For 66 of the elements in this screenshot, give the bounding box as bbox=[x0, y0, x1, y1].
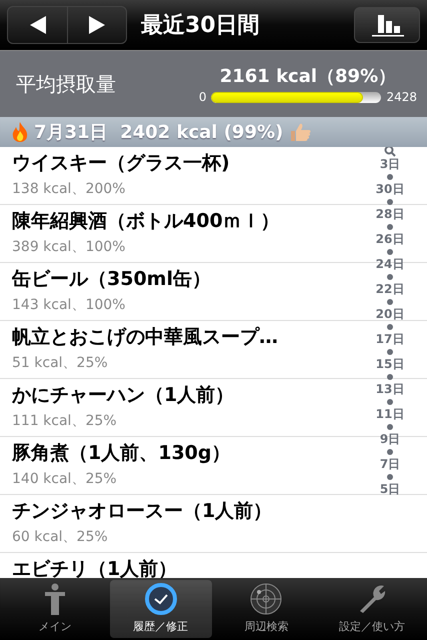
index-dot[interactable] bbox=[387, 449, 393, 455]
index-label[interactable]: 26日 bbox=[376, 232, 404, 247]
index-label[interactable]: 28日 bbox=[376, 207, 404, 222]
index-dot[interactable] bbox=[387, 324, 393, 330]
food-name: ウイスキー（グラス一杯) bbox=[12, 151, 230, 176]
search-icon[interactable] bbox=[384, 147, 396, 157]
arrow-segmented-control[interactable] bbox=[7, 6, 127, 44]
flame-icon bbox=[12, 122, 28, 142]
food-name: 缶ビール（350ml缶） bbox=[12, 267, 211, 292]
average-value: 2161 kcal（89%） bbox=[220, 65, 396, 88]
food-detail: 138 kcal、200% bbox=[12, 180, 126, 198]
tab[interactable]: 履歴／修正 bbox=[110, 580, 212, 638]
food-detail: 51 kcal、25% bbox=[12, 354, 108, 372]
food-detail: 143 kcal、100% bbox=[12, 296, 126, 314]
food-detail: 111 kcal、25% bbox=[12, 412, 117, 430]
index-label[interactable]: 15日 bbox=[376, 357, 404, 372]
person-icon bbox=[44, 583, 65, 615]
summary-label: 平均摂取量 bbox=[16, 70, 117, 98]
index-label[interactable]: 3日 bbox=[380, 157, 400, 172]
index-dot[interactable] bbox=[387, 224, 393, 230]
food-name: 豚角煮（1人前、130g） bbox=[12, 441, 230, 466]
tab-label: 周辺検索 bbox=[244, 619, 288, 634]
radar-icon bbox=[250, 583, 282, 615]
nav-title: 最近30日間 bbox=[141, 12, 261, 40]
tab[interactable]: メイン bbox=[4, 580, 106, 638]
index-label[interactable]: 7日 bbox=[380, 457, 400, 472]
section-title: 7月31日 2402 kcal (99%) bbox=[34, 121, 284, 144]
bar-max: 2428 bbox=[386, 90, 417, 104]
index-dot[interactable] bbox=[387, 349, 393, 355]
index-label[interactable]: 20日 bbox=[376, 307, 404, 322]
index-label[interactable]: 9日 bbox=[380, 432, 400, 447]
food-detail: 140 kcal、25% bbox=[12, 470, 117, 488]
tab[interactable]: 周辺検索 bbox=[216, 580, 318, 638]
thumbs-up-icon bbox=[289, 122, 312, 142]
index-dot[interactable] bbox=[387, 374, 393, 380]
index-dot[interactable] bbox=[387, 424, 393, 430]
index-label[interactable]: 17日 bbox=[376, 332, 404, 347]
tab[interactable]: 設定／使い方 bbox=[321, 580, 423, 638]
left-arrow-icon bbox=[30, 16, 46, 34]
index-dot[interactable] bbox=[387, 174, 393, 180]
food-name: 陳年紹興酒（ボトル400ｍｌ） bbox=[12, 209, 280, 234]
food-detail: 389 kcal、100% bbox=[12, 238, 126, 256]
food-detail: 60 kcal、25% bbox=[12, 528, 108, 546]
right-arrow-icon bbox=[89, 16, 105, 34]
index-dot[interactable] bbox=[387, 299, 393, 305]
food-name: かにチャーハン（1人前） bbox=[12, 383, 234, 408]
index-label[interactable]: 11日 bbox=[376, 407, 404, 422]
food-name: チンジャオロースー（1人前） bbox=[12, 499, 272, 524]
clock-icon bbox=[144, 583, 177, 615]
index-dot[interactable] bbox=[387, 199, 393, 205]
index-label[interactable]: 5日 bbox=[380, 482, 400, 497]
index-label[interactable]: 13日 bbox=[376, 382, 404, 397]
index-dot[interactable] bbox=[387, 274, 393, 280]
bar-chart-icon bbox=[370, 13, 404, 37]
bar-min: 0 bbox=[198, 90, 206, 104]
index-label[interactable]: 22日 bbox=[376, 282, 404, 297]
tab-label: 履歴／修正 bbox=[133, 619, 188, 634]
index-label[interactable]: 30日 bbox=[376, 182, 404, 197]
chart-button[interactable] bbox=[354, 7, 420, 43]
food-name: 帆立とおこげの中華風スープ… bbox=[12, 325, 278, 350]
index-label[interactable]: 24日 bbox=[376, 257, 404, 272]
tab-label: 設定／使い方 bbox=[339, 619, 406, 634]
index-dot[interactable] bbox=[387, 474, 393, 480]
tab-label: メイン bbox=[38, 619, 72, 634]
index-dot[interactable] bbox=[387, 249, 393, 255]
index-dot[interactable] bbox=[387, 399, 393, 405]
